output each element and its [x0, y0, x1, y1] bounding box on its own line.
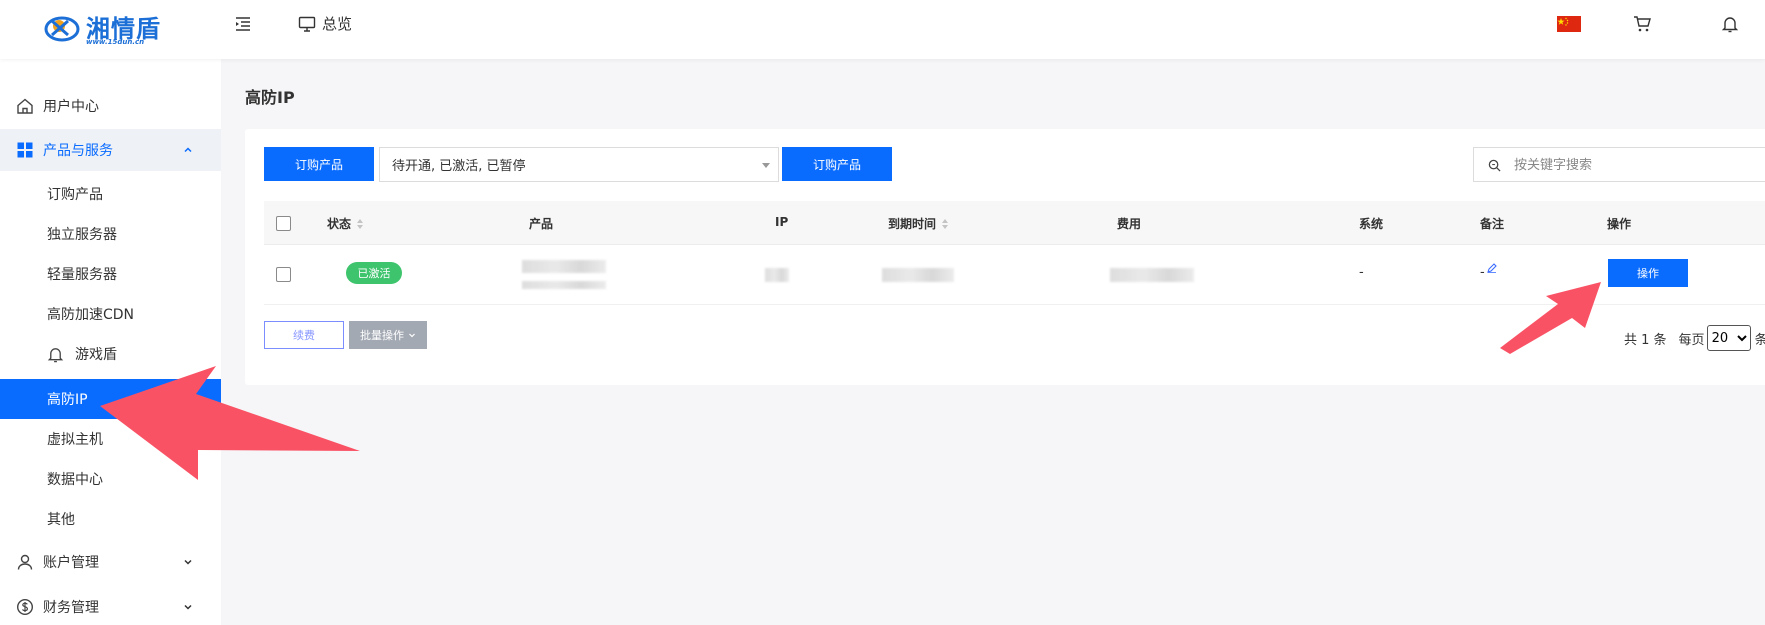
edit-pencil-icon[interactable]	[1487, 263, 1497, 273]
column-fee: 费用	[1117, 217, 1142, 231]
sidebar-group-label: 账户管理	[43, 555, 99, 571]
grid-icon	[17, 142, 33, 158]
sidebar-item-label: 游戏盾	[75, 347, 117, 363]
logo-subtext: www.15dun.cn	[86, 38, 145, 46]
column-ip: IP	[775, 215, 789, 229]
column-status[interactable]: 状态	[327, 215, 364, 232]
product-detail-redacted	[522, 281, 606, 289]
bell-icon	[47, 348, 64, 363]
china-flag-icon[interactable]	[1557, 16, 1581, 32]
top-header: 湘情盾 www.15dun.cn 总览	[0, 0, 1765, 59]
pagination: 共 1 条 每页 20 条	[1624, 325, 1765, 351]
sidebar-item-label: 其他	[47, 512, 75, 528]
batch-action-button[interactable]: 批量操作	[349, 321, 427, 349]
row-checkbox[interactable]	[276, 267, 291, 282]
order-product-button[interactable]: 订购产品	[264, 147, 374, 181]
sidebar-item-label: 订购产品	[47, 187, 103, 203]
sidebar-group-products[interactable]: 产品与服务	[0, 129, 221, 171]
chevron-down-icon	[184, 559, 192, 565]
dollar-circle-icon	[16, 598, 34, 616]
search-box[interactable]	[1473, 147, 1765, 182]
product-list-card: 订购产品 待开通, 已激活, 已暂停 订购产品 状态 产品 IP 到期时间 费用…	[245, 129, 1765, 385]
sidebar-group-account[interactable]: 账户管理	[0, 541, 221, 583]
column-action: 操作	[1607, 217, 1632, 231]
product-name-redacted	[522, 260, 606, 273]
page-title: 高防IP	[245, 88, 295, 107]
sidebar-item-dedicated-server[interactable]: 独立服务器	[0, 214, 221, 254]
sort-icon	[942, 218, 949, 229]
sidebar-item-label: 虚拟主机	[47, 432, 103, 448]
sidebar-item-light-server[interactable]: 轻量服务器	[0, 254, 221, 294]
sidebar-item-game-shield[interactable]: 游戏盾	[0, 334, 221, 374]
logo-mark-icon	[44, 16, 80, 42]
sidebar-item-cdn[interactable]: 高防加速CDN	[0, 294, 221, 334]
brand-logo[interactable]: 湘情盾 www.15dun.cn	[44, 11, 174, 46]
sidebar-item-user-center[interactable]: 用户中心	[0, 85, 221, 127]
search-input[interactable]	[1514, 156, 1765, 174]
ip-redacted	[765, 268, 789, 282]
status-badge: 已激活	[346, 262, 402, 284]
sidebar-item-ddos-ip[interactable]: 高防IP	[0, 379, 221, 419]
per-page-select[interactable]: 20	[1706, 325, 1751, 351]
sidebar-group-label: 产品与服务	[43, 143, 113, 159]
column-expire[interactable]: 到期时间	[888, 215, 949, 232]
column-system: 系统	[1359, 217, 1384, 231]
expire-date-redacted	[882, 268, 954, 282]
search-icon	[1488, 159, 1501, 172]
table-row: 已激活 - - 操作	[264, 245, 1765, 305]
sidebar-item-label: 用户中心	[43, 99, 99, 115]
sidebar-group-finance[interactable]: 财务管理	[0, 586, 221, 625]
sidebar-item-data-center[interactable]: 数据中心	[0, 459, 221, 499]
status-filter-value: 待开通, 已激活, 已暂停	[392, 159, 526, 174]
per-page-unit: 条	[1754, 332, 1765, 348]
per-page-label: 每页	[1678, 332, 1705, 348]
sidebar-item-label: 轻量服务器	[47, 267, 117, 283]
column-expire-label: 到期时间	[888, 217, 937, 231]
sidebar: 用户中心 产品与服务 订购产品 独立服务器 轻量服务器 高防加速CDN 游戏盾 …	[0, 59, 221, 625]
order-product-button-2[interactable]: 订购产品	[782, 147, 892, 181]
column-remark: 备注	[1480, 217, 1505, 231]
chevron-up-icon	[184, 147, 192, 153]
caret-down-icon	[762, 163, 770, 168]
notification-bell-icon[interactable]	[1721, 15, 1739, 33]
sidebar-item-other[interactable]: 其他	[0, 499, 221, 539]
sort-icon	[357, 218, 364, 229]
sidebar-item-virtual-host[interactable]: 虚拟主机	[0, 419, 221, 459]
total-count: 共 1 条	[1624, 332, 1667, 348]
renew-button[interactable]: 续费	[264, 321, 344, 349]
select-all-checkbox[interactable]	[276, 216, 291, 231]
remark-value: -	[1480, 265, 1485, 280]
sidebar-item-label: 高防加速CDN	[47, 307, 135, 323]
sidebar-item-label: 独立服务器	[47, 227, 117, 243]
overview-label: 总览	[322, 15, 353, 33]
menu-toggle-icon[interactable]	[233, 14, 253, 34]
system-value: -	[1359, 265, 1364, 280]
chevron-down-icon	[184, 604, 192, 610]
monitor-icon	[298, 16, 316, 32]
cart-icon[interactable]	[1633, 15, 1651, 33]
sidebar-item-label: 高防IP	[47, 392, 88, 408]
user-icon	[17, 554, 33, 570]
sidebar-item-order-product[interactable]: 订购产品	[0, 174, 221, 214]
sidebar-group-label: 财务管理	[43, 600, 99, 616]
fee-redacted	[1110, 268, 1194, 282]
overview-link[interactable]: 总览	[298, 13, 352, 34]
column-status-label: 状态	[327, 217, 352, 231]
sidebar-item-label: 数据中心	[47, 472, 103, 488]
status-filter-select[interactable]: 待开通, 已激活, 已暂停	[379, 147, 779, 182]
batch-action-label: 批量操作	[360, 329, 404, 342]
home-icon	[17, 98, 33, 114]
chevron-down-icon	[409, 333, 415, 338]
row-action-button[interactable]: 操作	[1608, 259, 1688, 287]
column-product: 产品	[529, 217, 554, 231]
table-header: 状态 产品 IP 到期时间 费用 系统 备注 操作	[264, 201, 1765, 245]
